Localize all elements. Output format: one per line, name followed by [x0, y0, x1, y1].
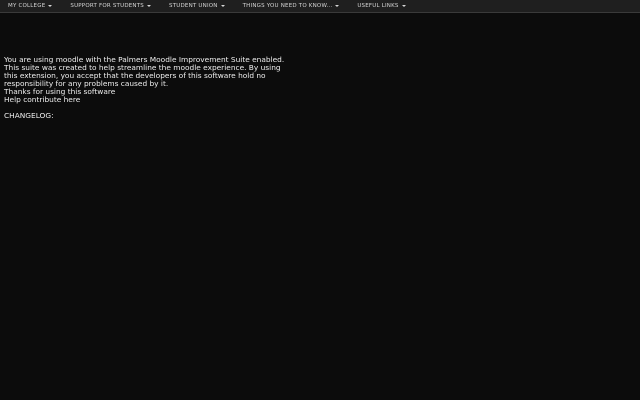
caret-down-icon — [335, 5, 340, 7]
nav-item-label: STUDENT UNION — [169, 3, 218, 9]
nav-item-things-you-need-to-know[interactable]: THINGS YOU NEED TO KNOW... — [239, 3, 344, 9]
nav-item-support-for-students[interactable]: SUPPORT FOR STUDENTS — [66, 3, 155, 9]
nav-item-my-college[interactable]: MY COLLEGE — [4, 3, 56, 9]
extension-info-panel: You are using moodle with the Palmers Mo… — [4, 56, 304, 120]
nav-item-label: SUPPORT FOR STUDENTS — [70, 3, 144, 9]
contribute-link[interactable]: Help contribute here — [4, 96, 304, 104]
top-navigation-bar: MY COLLEGE SUPPORT FOR STUDENTS STUDENT … — [0, 0, 640, 13]
caret-down-icon — [48, 5, 53, 7]
nav-item-label: MY COLLEGE — [8, 3, 46, 9]
caret-down-icon — [147, 5, 151, 7]
nav-item-label: USEFUL LINKS — [357, 3, 399, 9]
nav-item-student-union[interactable]: STUDENT UNION — [165, 3, 229, 9]
changelog-heading: CHANGELOG: — [4, 111, 54, 120]
nav-item-useful-links[interactable]: USEFUL LINKS — [353, 3, 409, 9]
caret-down-icon — [220, 5, 225, 7]
caret-down-icon — [401, 5, 406, 7]
nav-item-label: THINGS YOU NEED TO KNOW... — [242, 3, 333, 9]
